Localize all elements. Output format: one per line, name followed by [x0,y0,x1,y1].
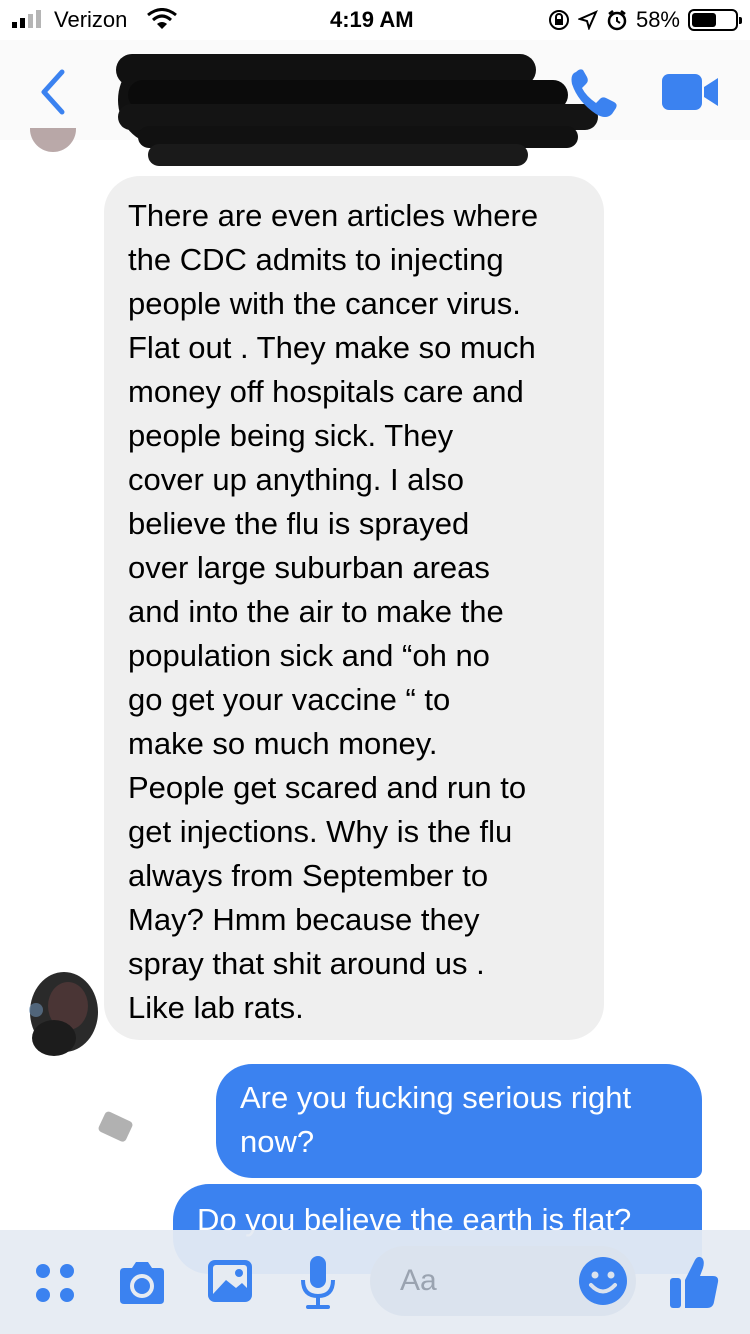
incoming-message[interactable]: There are even articles where the CDC ad… [104,176,604,1040]
message-line: believe the flu is sprayed [128,506,470,541]
emoji-icon[interactable] [578,1256,628,1306]
signal-icon [12,10,41,28]
battery-percent: 58% [635,7,680,32]
message-line: people with the cancer virus. [128,286,521,321]
message-line: make so much money. [128,726,438,761]
message-line: and into the air to make the [128,594,504,629]
sender-avatar-partial [30,128,76,152]
conversation-header [0,40,750,166]
mic-icon[interactable] [298,1254,338,1310]
clock: 4:19 AM [330,7,414,32]
message-line: May? Hmm because they [128,902,480,937]
photo-icon[interactable] [206,1258,254,1304]
more-icon[interactable] [34,1262,78,1306]
message-line: spray that shit around us . [128,946,485,981]
message-line: Flat out . They make so much [128,330,536,365]
message-line: cover up anything. I also [128,462,465,497]
sender-avatar[interactable] [24,968,100,1064]
video-icon[interactable] [660,70,720,114]
message-line: There are even articles where [128,198,539,233]
lock-rotation-icon [548,10,569,30]
message-line: go get your vaccine “ to [128,682,451,717]
message-line: people being sick. They [128,418,454,453]
back-icon[interactable] [34,64,74,120]
message-input-placeholder: Aa [400,1264,437,1297]
wifi-icon [147,8,177,29]
message-line: Like lab rats. [128,990,304,1025]
camera-icon[interactable] [116,1260,168,1306]
location-icon [577,10,598,30]
message-line: now? [240,1124,315,1159]
outgoing-message[interactable]: Are you fucking serious right now? [216,1064,702,1178]
message-line: population sick and “oh no [128,638,490,673]
message-line: People get scared and run to [128,770,527,805]
carrier-label: Verizon [54,7,128,32]
message-line: Are you fucking serious right [240,1080,632,1115]
message-line: always from September to [128,858,489,893]
message-line: money off hospitals care and [128,374,524,409]
redacted-sticker [98,1111,133,1142]
battery-icon [688,9,742,31]
thumbs-up-icon[interactable] [668,1254,720,1310]
message-line: the CDC admits to injecting [128,242,504,277]
message-line: over large suburban areas [128,550,490,585]
composer-bar: Aa [0,1230,750,1334]
message-line: get injections. Why is the flu [128,814,513,849]
redacted-contact-name[interactable] [108,52,598,170]
status-bar: Verizon 4:19 AM 58% [0,0,750,40]
alarm-icon [607,10,627,31]
phone-icon[interactable] [566,66,622,122]
